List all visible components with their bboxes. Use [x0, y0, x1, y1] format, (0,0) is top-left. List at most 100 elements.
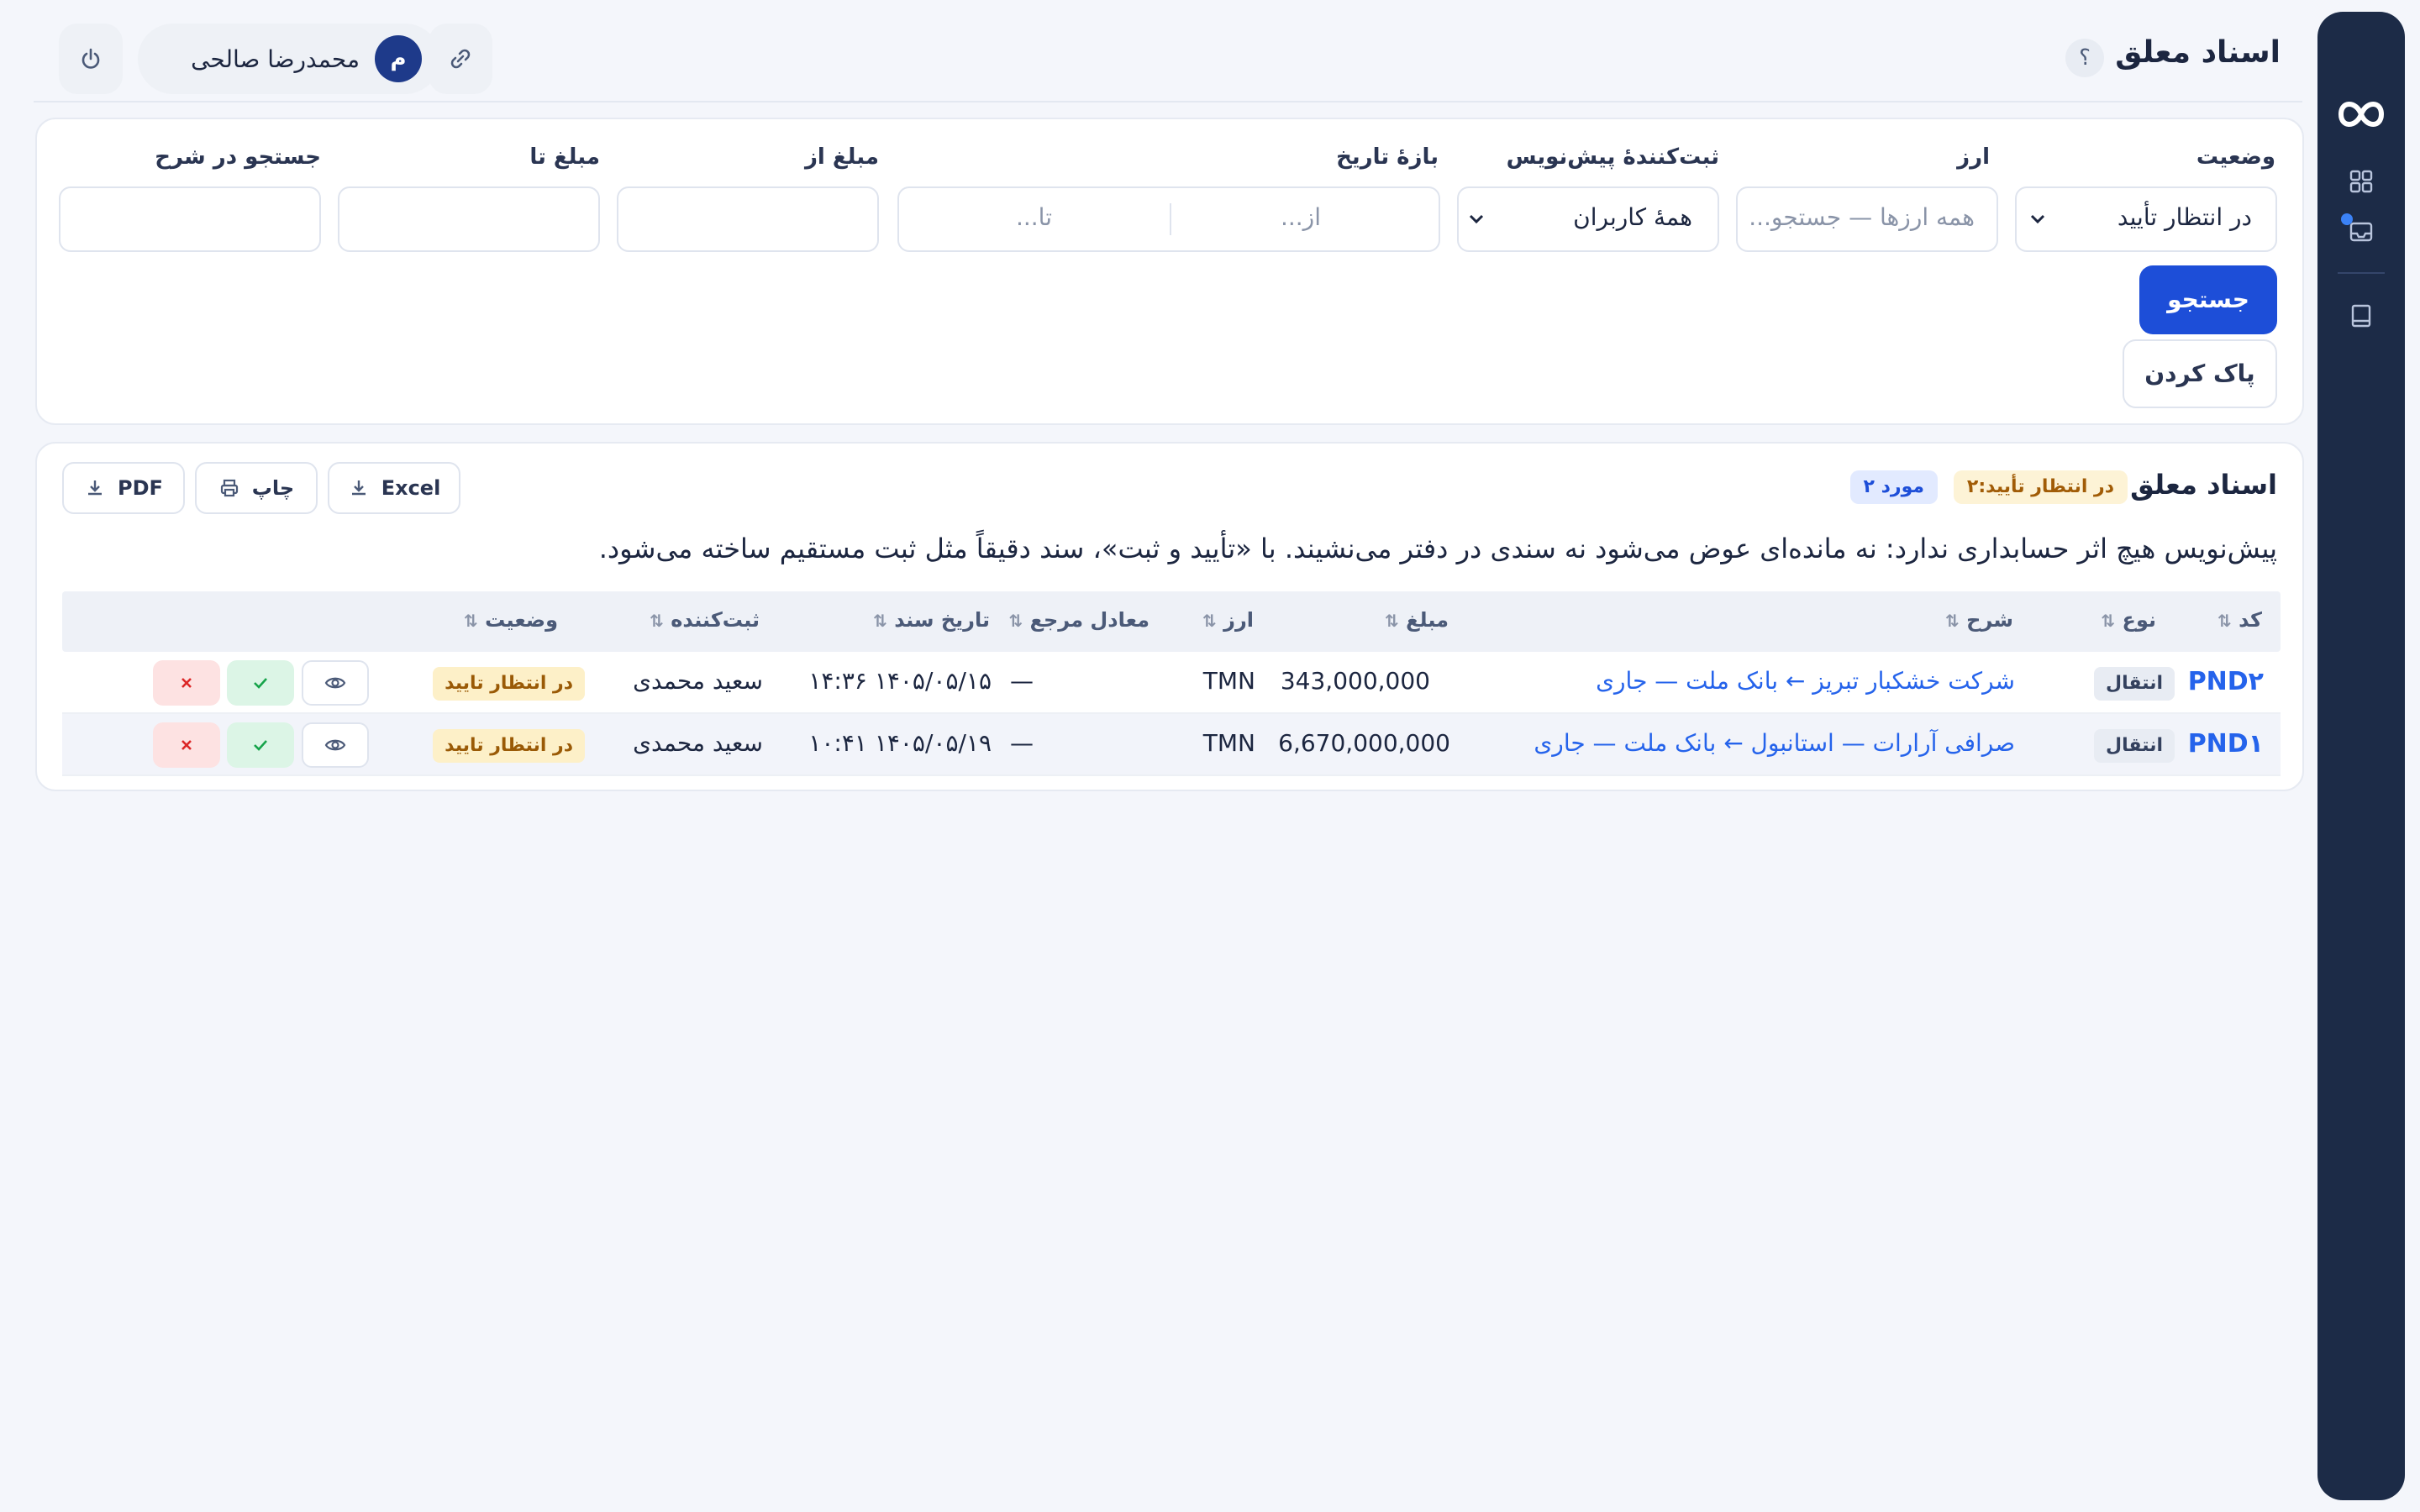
doc-currency: TMN [1202, 729, 1255, 757]
table-row[interactable]: PND۲ انتقال شرکت خشکبار تبریز ← بانک ملت… [62, 652, 2281, 714]
total-count-badge: ۲ مورد [1849, 470, 1938, 504]
download-icon [351, 480, 366, 496]
col-code[interactable]: کد ⇅ [2217, 608, 2262, 632]
chevron-down-icon [1469, 214, 1484, 224]
check-icon [254, 740, 267, 751]
date-range-divider [1170, 203, 1171, 235]
book-icon[interactable] [2348, 302, 2375, 329]
doc-code[interactable]: PND۱ [2188, 729, 2264, 759]
dashboard-icon[interactable] [2348, 168, 2375, 195]
sort-icon: ⇅ [873, 611, 887, 631]
approve-button[interactable] [227, 660, 294, 706]
sort-icon: ⇅ [464, 611, 478, 631]
inbox-icon[interactable] [2348, 218, 2375, 245]
col-status[interactable]: وضعیت ⇅ [464, 608, 558, 632]
sort-icon: ⇅ [2217, 611, 2232, 631]
status-select[interactable]: در انتظار تأیید [2015, 186, 2277, 252]
description-search-input[interactable] [59, 186, 321, 252]
logout-button[interactable] [59, 24, 123, 94]
view-button[interactable] [302, 660, 369, 706]
close-icon [182, 740, 192, 750]
doc-reference: — [1010, 729, 1034, 757]
status-badge: در انتظار تایید [433, 729, 585, 763]
amount-from-label: مبلغ از [804, 144, 879, 170]
approve-button[interactable] [227, 722, 294, 768]
table-header: کد ⇅ نوع ⇅ شرح ⇅ مبلغ ⇅ ارز ⇅ معادل مرجع… [62, 591, 2281, 652]
drafter-value: همهٔ کاربران [1573, 203, 1692, 231]
amount-from-input[interactable] [617, 186, 879, 252]
col-amount[interactable]: مبلغ ⇅ [1385, 608, 1449, 632]
sidebar-rail [2317, 12, 2405, 1500]
search-button[interactable]: جستجو [2139, 265, 2277, 334]
pending-count-badge: در انتظار تأیید:۲ [1953, 470, 2128, 504]
sort-icon: ⇅ [650, 611, 664, 631]
doc-date: ۱۴۰۵/۰۵/۱۹ ۱۰:۴۱ [808, 729, 992, 757]
col-type-label: نوع [2122, 608, 2156, 632]
draft-explanation: پیش‌نویس هیچ اثر حسابداری ندارد: نه ماند… [598, 533, 2277, 564]
power-icon [82, 48, 100, 69]
rail-divider [2338, 272, 2385, 274]
col-status-label: وضعیت [485, 608, 558, 632]
doc-currency: TMN [1202, 667, 1255, 695]
link-icon [450, 49, 471, 69]
doc-description-link[interactable]: شرکت خشکبار تبریز ← بانک ملت — جاری [1596, 667, 2015, 695]
print-button[interactable]: چاپ [195, 462, 318, 514]
doc-date: ۱۴۰۵/۰۵/۱۵ ۱۴:۳۶ [808, 667, 992, 695]
top-bar: اسناد معلق ؟ م محمدرضا صالحی [34, 17, 2302, 102]
pending-documents-card: اسناد معلق در انتظار تأیید:۲ ۲ مورد Exce… [35, 442, 2304, 791]
clear-button[interactable]: پاک کردن [2123, 339, 2277, 408]
doc-description-link[interactable]: صرافی آرارات — استانبول ← بانک ملت — جار… [1534, 729, 2015, 757]
doc-amount: 343,000,000 [1280, 667, 1430, 695]
col-code-label: کد [2238, 608, 2262, 632]
infinity-logo[interactable] [2334, 89, 2388, 139]
sort-icon: ⇅ [1008, 611, 1023, 631]
chevron-down-icon [2030, 214, 2045, 224]
table-row[interactable]: PND۱ انتقال صرافی آرارات — استانبول ← با… [62, 714, 2281, 776]
doc-code[interactable]: PND۲ [2188, 667, 2264, 696]
col-currency-label: ارز [1223, 608, 1254, 632]
export-excel-label: Excel [381, 476, 441, 500]
drafter-select[interactable]: همهٔ کاربران [1457, 186, 1719, 252]
reject-button[interactable] [153, 660, 220, 706]
col-creator-label: ثبت‌کننده [671, 608, 760, 632]
doc-reference: — [1010, 667, 1034, 695]
col-reference[interactable]: معادل مرجع ⇅ [1008, 608, 1150, 632]
currency-label: ارز [1957, 144, 1990, 170]
col-description[interactable]: شرح ⇅ [1945, 608, 2013, 632]
col-creator[interactable]: ثبت‌کننده ⇅ [650, 608, 760, 632]
export-pdf-button[interactable]: PDF [62, 462, 185, 514]
eye-icon [324, 739, 346, 751]
type-badge: انتقال [2094, 667, 2175, 701]
doc-creator: سعید محمدی [633, 729, 763, 757]
view-button[interactable] [302, 722, 369, 768]
user-menu[interactable]: م محمدرضا صالحی [138, 24, 440, 94]
type-badge: انتقال [2094, 729, 2175, 763]
currency-input[interactable]: همه ارزها — جستجو... [1736, 186, 1998, 252]
sort-icon: ⇅ [1945, 611, 1960, 631]
export-excel-button[interactable]: Excel [328, 462, 460, 514]
print-label: چاپ [251, 476, 295, 500]
amount-to-input[interactable] [338, 186, 600, 252]
sort-icon: ⇅ [2101, 611, 2116, 631]
help-button[interactable]: ؟ [2065, 39, 2104, 77]
description-search-label: جستجو در شرح [155, 144, 321, 170]
drafter-label: ثبت‌کنندهٔ پیش‌نویس [1506, 144, 1719, 170]
reject-button[interactable] [153, 722, 220, 768]
status-badge: در انتظار تایید [433, 667, 585, 701]
date-to-input[interactable]: تا... [1016, 203, 1052, 231]
doc-creator: سعید محمدی [633, 667, 763, 695]
list-title: اسناد معلق [2130, 469, 2277, 501]
date-from-input[interactable]: از... [1281, 203, 1321, 231]
col-description-label: شرح [1966, 608, 2013, 632]
printer-icon [220, 479, 238, 497]
user-name: محمدرضا صالحی [191, 45, 360, 73]
col-date[interactable]: تاریخ سند ⇅ [873, 608, 990, 632]
col-currency[interactable]: ارز ⇅ [1202, 608, 1254, 632]
avatar: م [375, 35, 422, 82]
page-title: اسناد معلق [2115, 35, 2281, 70]
currency-placeholder: همه ارزها — جستجو... [1749, 203, 1975, 231]
col-type[interactable]: نوع ⇅ [2101, 608, 2156, 632]
close-icon [182, 678, 192, 688]
col-amount-label: مبلغ [1406, 608, 1449, 632]
sort-icon: ⇅ [1385, 611, 1399, 631]
